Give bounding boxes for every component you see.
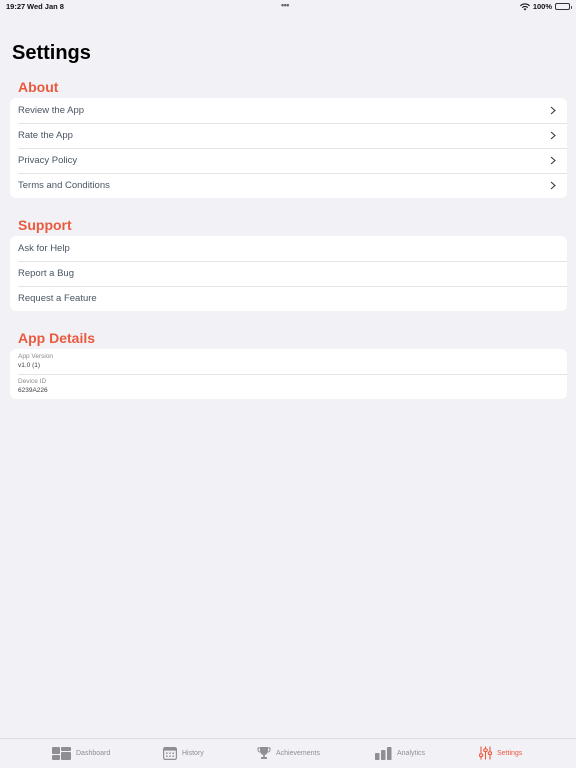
chevron-right-icon xyxy=(550,181,556,190)
section-header-about: About xyxy=(18,79,59,95)
privacy-policy-row[interactable]: Privacy Policy xyxy=(10,148,567,173)
status-date: Wed Jan 8 xyxy=(27,2,64,11)
bar-chart-icon xyxy=(375,746,392,760)
wifi-icon xyxy=(519,2,530,10)
ask-help-row[interactable]: Ask for Help xyxy=(10,236,567,261)
tab-label: History xyxy=(182,749,204,757)
section-header-support: Support xyxy=(18,217,72,233)
tab-dashboard[interactable]: Dashboard xyxy=(52,744,110,762)
calendar-icon xyxy=(163,746,177,760)
detail-value: 6239A226 xyxy=(18,387,48,394)
status-time: 19:27 xyxy=(6,2,26,11)
device-id-row: Device ID 6239A226 xyxy=(10,374,567,399)
about-group: Review the App Rate the App Privacy Poli… xyxy=(10,98,567,198)
app-details-group: App Version v1.0 (1) Device ID 6239A226 xyxy=(10,349,567,399)
row-label: Request a Feature xyxy=(18,293,97,304)
trophy-icon xyxy=(257,747,271,759)
row-label: Report a Bug xyxy=(18,268,74,279)
multitasking-dots-icon[interactable]: ••• xyxy=(281,0,289,10)
battery-percentage: 100% xyxy=(532,2,552,11)
tab-achievements[interactable]: Achievements xyxy=(257,744,320,762)
detail-label: App Version xyxy=(18,353,54,360)
dashboard-icon xyxy=(52,746,71,760)
sliders-icon xyxy=(479,746,492,760)
chevron-right-icon xyxy=(550,131,556,140)
tab-analytics[interactable]: Analytics xyxy=(375,744,425,762)
request-feature-row[interactable]: Request a Feature xyxy=(10,286,567,311)
app-version-row: App Version v1.0 (1) xyxy=(10,349,567,374)
tab-settings[interactable]: Settings xyxy=(479,744,522,762)
battery-icon xyxy=(555,3,572,10)
detail-label: Device ID xyxy=(18,378,47,385)
rate-app-row[interactable]: Rate the App xyxy=(10,123,567,148)
status-indicators: 100% xyxy=(519,2,572,11)
tab-label: Settings xyxy=(497,749,523,757)
support-group: Ask for Help Report a Bug Request a Feat… xyxy=(10,236,567,311)
row-label: Ask for Help xyxy=(18,243,70,254)
row-label: Rate the App xyxy=(18,130,73,141)
page-title: Settings xyxy=(12,42,91,64)
row-label: Terms and Conditions xyxy=(18,180,110,191)
tab-bar: Dashboard History Achievements Analytics… xyxy=(0,738,576,768)
tab-label: Dashboard xyxy=(76,749,111,757)
terms-conditions-row[interactable]: Terms and Conditions xyxy=(10,173,567,198)
detail-value: v1.0 (1) xyxy=(18,362,41,369)
row-label: Privacy Policy xyxy=(18,155,78,166)
row-label: Review the App xyxy=(18,105,85,116)
tab-label: Achievements xyxy=(276,749,320,757)
chevron-right-icon xyxy=(550,156,556,165)
status-bar: 19:27 Wed Jan 8 ••• 100% xyxy=(0,0,576,14)
section-header-app-details: App Details xyxy=(18,330,96,346)
tab-history[interactable]: History xyxy=(163,744,204,762)
tab-label: Analytics xyxy=(397,749,426,757)
report-bug-row[interactable]: Report a Bug xyxy=(10,261,567,286)
chevron-right-icon xyxy=(550,106,556,115)
review-app-row[interactable]: Review the App xyxy=(10,98,567,123)
